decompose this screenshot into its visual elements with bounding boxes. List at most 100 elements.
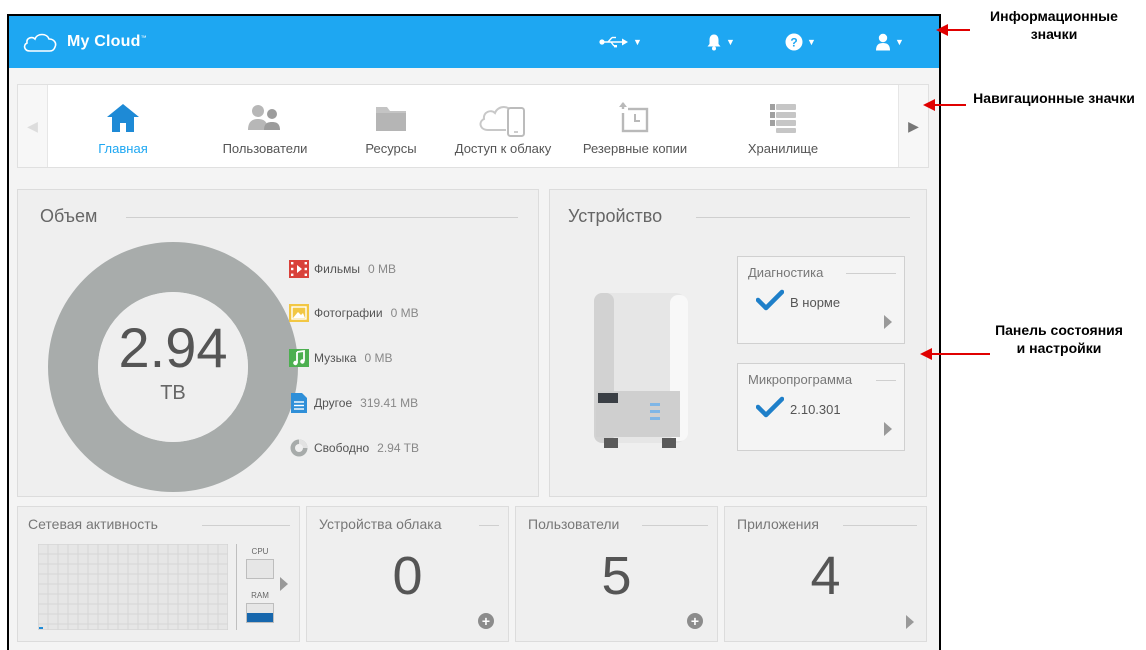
nav-item-home[interactable]: Главная [58,85,188,167]
storage-icon [770,104,796,133]
nav-item-users[interactable]: Пользователи [200,85,330,167]
cpu-meter [246,559,274,579]
nav-scroll-left-button[interactable]: ◀ [18,85,48,167]
divider [846,273,896,274]
nav-item-cloud-access[interactable]: Доступ к облаку [438,85,568,167]
legend-item-photos: Фотографии 0 MB [288,302,419,324]
legend-item-free: Свободно 2.94 TB [288,437,419,459]
apps-tile: Приложения 4 [724,506,927,642]
legend-label: Свободно [314,441,370,455]
usb-icon [599,36,628,48]
check-icon [756,289,784,311]
apps-count: 4 [810,546,841,606]
ram-meter-fill [247,613,273,622]
users-count: 5 [601,546,632,606]
annotation-arrow-line [932,104,966,106]
nav-item-backups[interactable]: Резервные копии [570,85,700,167]
chevron-down-icon: ▼ [633,37,642,47]
chevron-right-icon: ▶ [908,117,919,134]
network-details-arrow[interactable] [280,577,288,591]
chevron-down-icon: ▼ [726,37,735,47]
plus-icon: + [690,613,700,629]
nas-device-image [594,293,688,448]
users-tile: Пользователи 5 + [515,506,718,642]
divider [202,525,290,526]
annotation-nav-icons: Навигационные значки [973,90,1135,106]
alerts-menu[interactable]: ▼ [706,29,735,55]
legend-item-music: Музыка 0 MB [288,347,392,369]
divider [479,525,499,526]
chevron-down-icon: ▼ [895,37,904,47]
cpu-label: CPU [251,547,269,556]
firmware-open-arrow[interactable] [884,422,892,436]
legend-item-other: Другое 319.41 MB [288,392,418,414]
music-icon [289,349,309,367]
users-icon [248,105,280,130]
network-activity-graph [38,544,228,630]
annotation-info-icons: Информационные значки [990,8,1118,42]
volume-title: Объем [40,206,98,226]
help-menu[interactable]: ? ▼ [785,29,816,55]
divider [876,380,896,381]
nav-item-shares[interactable]: Ресурсы [326,85,456,167]
chevron-down-icon: ▼ [807,37,816,47]
diagnostics-title: Диагностика [748,265,824,280]
legend-label: Фильмы [314,262,360,276]
apps-open-arrow[interactable] [906,615,914,629]
cloud-devices-title: Устройства облака [319,516,442,532]
navigation-bar: ◀ Главная Пользователи Ресурсы Доступ к … [17,84,929,168]
diagnostics-box: Диагностика В норме [737,256,905,344]
nav-scroll-right-button[interactable]: ▶ [898,85,928,167]
nav-item-label: Ресурсы [365,141,417,156]
nav-item-label: Главная [98,141,148,156]
cloud-logo-icon [23,33,57,52]
diagnostics-status: В норме [790,295,841,310]
check-icon [756,396,784,418]
cloud-devices-tile: Устройства облака 0 + [306,506,509,642]
nav-item-label: Доступ к облаку [454,141,552,156]
annotation-arrow-head [923,99,935,111]
film-icon [289,260,309,278]
bell-icon [707,34,721,51]
usb-menu[interactable]: ▼ [599,29,642,55]
network-activity-title: Сетевая активность [28,516,158,532]
annotation-arrow-line [930,353,990,355]
photo-icon [289,304,309,322]
network-activity-panel: Сетевая активность CPU RAM [17,506,300,642]
plus-icon: + [481,613,491,629]
document-icon [291,393,307,413]
annotation-arrow-head [936,24,948,36]
divider [126,217,518,218]
app-logo[interactable]: My Cloud™ [21,28,147,56]
nav-item-storage[interactable]: Хранилище [718,85,848,167]
device-panel: Устройство Диагностика В норме Микропрог… [549,189,927,497]
user-icon [876,33,890,51]
app-title: My Cloud™ [67,33,147,50]
legend-label: Фотографии [314,306,383,320]
total-capacity-value: 2.94 [118,316,228,379]
cloud-device-icon [479,106,525,137]
legend-value: 0 MB [390,306,419,320]
divider [843,525,917,526]
divider [696,217,910,218]
add-cloud-device-button[interactable]: + [478,613,494,629]
volume-panel: Объем 2.94 TB Фильмы 0 MB Фотографии 0 M… [17,189,539,497]
users-tile-title: Пользователи [528,516,620,532]
add-user-button[interactable]: + [687,613,703,629]
apps-tile-title: Приложения [737,516,819,532]
help-icon: ? [785,33,803,51]
svg-text:?: ? [790,36,797,50]
legend-value: 0 MB [367,262,396,276]
firmware-box: Микропрограмма 2.10.301 [737,363,905,451]
divider [642,525,708,526]
my-cloud-dashboard: My Cloud™ ▼ ▼ ? ▼ ▼ ◀ Главная Пользовате… [7,14,941,650]
legend-label: Музыка [314,351,357,365]
annotation-status-panel: Панель состояния и настройки [995,322,1123,356]
diagnostics-open-arrow[interactable] [884,315,892,329]
nav-item-label: Хранилище [747,141,819,156]
cloud-devices-count: 0 [392,546,423,606]
ram-label: RAM [251,591,269,600]
user-menu[interactable]: ▼ [875,29,904,55]
total-capacity-unit: TB [160,382,186,404]
device-title: Устройство [568,206,663,226]
